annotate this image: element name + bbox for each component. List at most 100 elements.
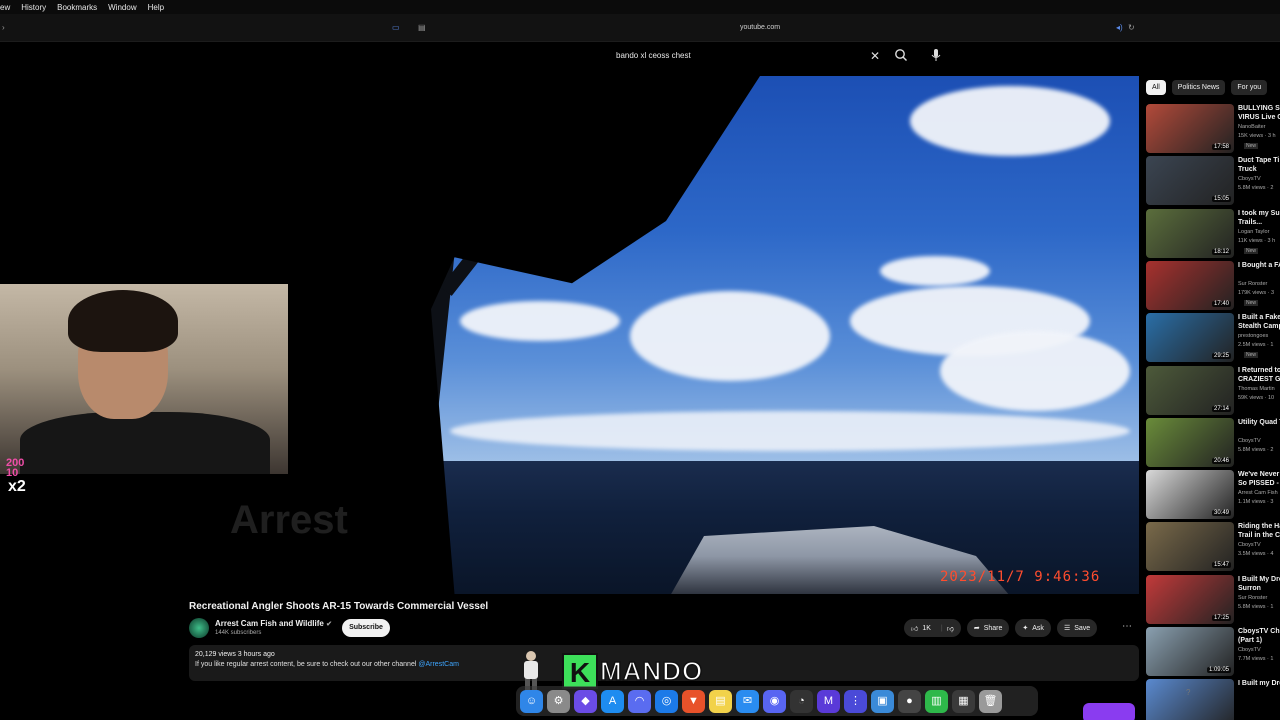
trash-icon[interactable]: 🗑: [979, 689, 1002, 713]
recommendation-title[interactable]: We've Never So PISSED - (: [1238, 470, 1280, 488]
recommendation-channel: Sur Ronster: [1238, 594, 1268, 601]
finder2-icon[interactable]: ▣: [871, 689, 894, 713]
recommendation-item[interactable]: 17:25 I Built My Dre Surron Sur Ronster 5.8M…: [1146, 574, 1280, 625]
video-thumbnail[interactable]: 15:47: [1146, 522, 1234, 572]
search-input[interactable]: bando xl ceoss chest: [616, 51, 691, 60]
recommendation-title[interactable]: CboysTV Ch (Part 1): [1238, 627, 1280, 645]
recommendation-item[interactable]: I Built my Dre: [1146, 679, 1280, 720]
recommendation-item[interactable]: 15:47 Riding the Ha Trail in the Ce CboysTV…: [1146, 522, 1280, 572]
video-thumbnail[interactable]: 1:09:05: [1146, 627, 1234, 676]
recommendation-views: 2.5M views · 1: [1238, 342, 1274, 349]
video-thumbnail[interactable]: [1146, 679, 1234, 720]
new-badge: New: [1244, 143, 1259, 149]
chip-politics-news[interactable]: Politics News: [1171, 80, 1226, 95]
recommendation-views: 5.8M views · 1: [1238, 603, 1274, 610]
notes-icon[interactable]: ▤: [709, 689, 732, 713]
app-store-icon[interactable]: A: [601, 689, 624, 713]
recommendation-item[interactable]: 1:09:05 CboysTV Ch (Part 1) CboysTV 7.7M vie…: [1146, 627, 1280, 677]
recommendation-item[interactable]: 20:46 Utility Quad T CboysTV 5.8M views · 2: [1146, 417, 1280, 468]
chip-all[interactable]: All: [1146, 80, 1166, 95]
recommendation-item[interactable]: 15:05 Duct Tape Ti Truck CboysTV 5.8M views …: [1146, 156, 1280, 206]
channel-watermark: Arrest: [230, 498, 348, 542]
obs-icon[interactable]: ●: [898, 689, 921, 713]
recommendation-views: 179K views · 3: [1238, 289, 1275, 296]
arc-icon[interactable]: ◠: [628, 689, 651, 713]
video-thumbnail[interactable]: 27:14: [1146, 365, 1234, 415]
recommendation-channel: prestongoes: [1238, 333, 1269, 340]
mew-icon[interactable]: M: [817, 689, 840, 713]
subscriber-count: 144K subscribers: [215, 630, 262, 636]
recommendation-title[interactable]: I took my Su Trails...: [1238, 209, 1280, 227]
help-icon[interactable]: ?: [1186, 688, 1190, 697]
recommendation-title[interactable]: I Bought a FA: [1238, 261, 1280, 270]
recommendation-title[interactable]: I Built My Dre Surron: [1238, 575, 1280, 593]
menu-item-bookmarks[interactable]: Bookmarks: [57, 3, 97, 12]
recommendation-views: 5.8M views · 2: [1238, 446, 1274, 453]
save-button[interactable]: ☰ Save: [1056, 619, 1098, 637]
like-button[interactable]: 👍︎ 1K | 👎︎: [904, 619, 961, 637]
video-duration: 15:05: [1211, 196, 1231, 203]
menu-item-window[interactable]: Window: [108, 3, 136, 12]
video-thumbnail[interactable]: 17:40: [1146, 260, 1234, 310]
launchpad-icon[interactable]: ⋮: [844, 689, 867, 713]
recommendation-item[interactable]: 30:49 We've Never So PISSED - (Arrest Cam …: [1146, 470, 1280, 520]
macos-dock: ☺ ⚙ ◆ A ◠ ◎ ▼ ▤ ✉ ◉ ◔ M ⋮ ▣ ● ▥ ▦ 🗑: [516, 686, 1038, 716]
new-badge: New: [1244, 352, 1259, 359]
proton-icon[interactable]: ◆: [574, 689, 597, 713]
video-thumbnail[interactable]: 20:46: [1146, 417, 1234, 467]
recommendation-title[interactable]: Riding the Ha Trail in the Ce: [1238, 522, 1280, 540]
reload-icon[interactable]: ↻: [1128, 23, 1135, 32]
menu-item-view[interactable]: ew: [0, 3, 10, 12]
microphone-icon[interactable]: [930, 48, 942, 62]
recommendation-title[interactable]: I Built my Dre: [1238, 679, 1280, 688]
channel-name[interactable]: Arrest Cam Fish and Wildlife ✔: [215, 619, 332, 628]
recommendation-channel: Logan Taylor: [1238, 228, 1270, 235]
mail-icon[interactable]: ✉: [736, 689, 759, 713]
menu-item-history[interactable]: History: [21, 3, 46, 12]
video-thumbnail[interactable]: 17:58: [1146, 104, 1234, 153]
back-arrow-icon[interactable]: ›: [2, 23, 5, 32]
recommendation-item[interactable]: 29:25 I Built a Fake Stealth Camp prestongo…: [1146, 313, 1280, 363]
recommendation-title[interactable]: Duct Tape Ti Truck: [1238, 156, 1280, 174]
reader-icon[interactable]: ▤: [418, 23, 426, 32]
clear-search-icon[interactable]: ✕: [870, 49, 880, 63]
video-thumbnail[interactable]: 29:25: [1146, 313, 1234, 363]
address-bar[interactable]: youtube.com: [740, 24, 780, 31]
video-thumbnail[interactable]: 15:05: [1146, 156, 1234, 206]
tools-icon[interactable]: ▦: [952, 689, 975, 713]
numbers-icon[interactable]: ▥: [925, 689, 948, 713]
video-thumbnail[interactable]: 30:49: [1146, 470, 1234, 520]
thumbs-down-icon[interactable]: 👎︎: [947, 624, 954, 633]
recommendation-item[interactable]: 18:12 I took my Su Trails... Logan Taylor 11…: [1146, 208, 1280, 259]
ask-button[interactable]: ✦ Ask: [1015, 619, 1051, 637]
video-thumbnail[interactable]: 18:12: [1146, 208, 1234, 258]
description-link[interactable]: @ArrestCam: [418, 661, 459, 668]
menu-item-help[interactable]: Help: [148, 3, 164, 12]
activity-icon[interactable]: ◔: [790, 689, 813, 713]
finder-icon[interactable]: ☺: [520, 689, 543, 713]
search-icon[interactable]: [894, 48, 908, 62]
recommendation-title[interactable]: BULLYING Sc VIRUS Live O: [1238, 104, 1280, 122]
recommendation-channel: Thomas Martin: [1238, 385, 1275, 392]
recommendation-title[interactable]: I Built a Fake Stealth Camp: [1238, 313, 1280, 331]
description-text: If you like regular arrest content, be s…: [195, 661, 459, 668]
recommendation-item[interactable]: 27:14 I Returned to CRAZIEST Gr Thomas Mart…: [1146, 365, 1280, 416]
recommendation-item[interactable]: 17:58 BULLYING Sc VIRUS Live O NanoBaiter 15…: [1146, 104, 1280, 154]
audio-playing-icon[interactable]: ◂): [1116, 23, 1123, 32]
recommendation-title[interactable]: Utility Quad T: [1238, 418, 1280, 427]
recommendation-channel: NanoBaiter: [1238, 124, 1266, 130]
settings-icon[interactable]: ⚙: [547, 689, 570, 713]
safari-icon[interactable]: ◎: [655, 689, 678, 713]
chip-for-you[interactable]: For you: [1231, 80, 1268, 95]
share-button[interactable]: ➦ Share: [966, 619, 1010, 637]
video-timestamp: 2023/11/7 9:46:36: [940, 569, 1101, 585]
channel-avatar[interactable]: [189, 618, 209, 638]
brave-icon[interactable]: ▼: [682, 689, 705, 713]
more-options-icon[interactable]: ⋯: [1122, 621, 1132, 632]
video-thumbnail[interactable]: 17:25: [1146, 574, 1234, 624]
recommendation-title[interactable]: I Returned to CRAZIEST Gr: [1238, 366, 1280, 384]
recommendation-item[interactable]: 17:40 I Bought a FA Sur Ronster 179K views …: [1146, 260, 1280, 311]
subscribe-button[interactable]: Subscribe: [342, 619, 390, 637]
discord-icon[interactable]: ◉: [763, 689, 786, 713]
sidebar-toggle-icon[interactable]: ▭: [392, 23, 400, 32]
